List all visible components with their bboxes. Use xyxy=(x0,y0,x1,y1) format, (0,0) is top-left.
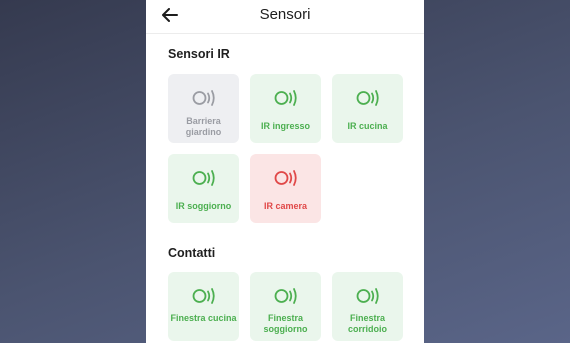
top-bar: Sensori xyxy=(146,0,424,34)
sensor-tile-label: Barriera giardino xyxy=(185,116,222,137)
contact-tile-finestra-corridoio[interactable]: Finestra corridoio xyxy=(332,272,403,341)
sensor-tile-ir-cucina[interactable]: IR cucina xyxy=(332,74,403,143)
sensor-tile-label: IR soggiorno xyxy=(175,201,232,211)
sensor-signal-icon xyxy=(356,288,379,304)
sensor-signal-icon xyxy=(192,90,215,106)
sensor-tile-label: IR ingresso xyxy=(260,121,310,131)
sensor-tile-ir-ingresso[interactable]: IR ingresso xyxy=(250,74,321,143)
contact-tile-label: Finestra cucina xyxy=(170,313,237,323)
sensor-signal-icon xyxy=(274,90,297,106)
sensor-signal-icon xyxy=(274,170,297,186)
contact-tile-finestra-soggiorno[interactable]: Finestra soggiorno xyxy=(250,272,321,341)
sensor-tile-label: IR camera xyxy=(263,201,308,211)
contact-tile-label: Finestra corridoio xyxy=(347,313,387,334)
contact-tile-finestra-cucina[interactable]: Finestra cucina xyxy=(168,272,239,341)
sensor-tile-ir-camera[interactable]: IR camera xyxy=(250,154,321,223)
sensor-tile-label: IR cucina xyxy=(347,121,388,131)
section-title-contacts: Contatti xyxy=(168,246,216,260)
contact-tile-label: Finestra soggiorno xyxy=(263,313,308,334)
section-title-ir: Sensori IR xyxy=(168,47,230,61)
sensor-tile-barriera-giardino[interactable]: Barriera giardino xyxy=(168,74,239,143)
sensor-tile-ir-soggiorno[interactable]: IR soggiorno xyxy=(168,154,239,223)
sensor-signal-icon xyxy=(192,288,215,304)
sensor-signal-icon xyxy=(192,170,215,186)
app-screen: Sensori Sensori IR Barriera giardino IR … xyxy=(146,0,424,343)
page-title: Sensori xyxy=(259,6,311,23)
sensor-signal-icon xyxy=(356,90,379,106)
sensor-signal-icon xyxy=(274,288,297,304)
